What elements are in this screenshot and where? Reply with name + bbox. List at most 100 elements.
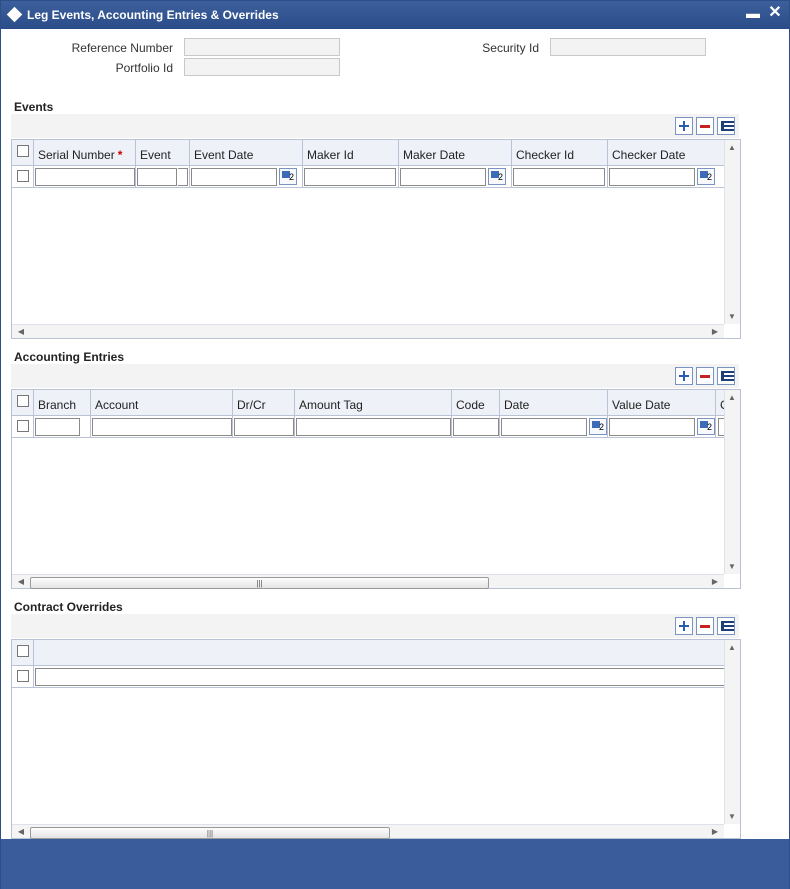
scroll-up-icon[interactable]: ▲ [725, 143, 739, 152]
events-add-row-button[interactable] [675, 117, 693, 135]
accounting-horizontal-scrollbar[interactable]: ◀ ||| ▶ [12, 574, 724, 589]
events-section-title: Events [14, 100, 54, 114]
scroll-up-icon[interactable]: ▲ [725, 393, 739, 402]
scroll-thumb[interactable]: ||| [30, 827, 390, 839]
events-grid: Serial Number * Event Event Date Maker Id… [11, 139, 741, 339]
scroll-left-icon[interactable]: ◀ [14, 577, 28, 586]
table-row [12, 666, 724, 688]
title-bar: Leg Events, Accounting Entries & Overrid… [1, 1, 789, 29]
overrides-view-button[interactable] [717, 617, 735, 635]
amount-tag-header: Amount Tag [299, 398, 363, 412]
overrides-select-all-checkbox[interactable] [17, 645, 29, 657]
event-input[interactable] [137, 168, 177, 186]
scroll-down-icon[interactable]: ▼ [725, 312, 739, 321]
serial-number-header: Serial Number [38, 148, 115, 162]
calendar-icon[interactable] [697, 168, 715, 185]
events-horizontal-scrollbar[interactable]: ◀ ▶ [12, 324, 724, 338]
calendar-icon[interactable] [589, 418, 607, 435]
scroll-down-icon[interactable]: ▼ [725, 812, 739, 821]
contract-overrides-grid: ▲ ▼ ◀ ||| ▶ [11, 639, 741, 839]
events-vertical-scrollbar[interactable]: ▲ ▼ [724, 140, 740, 324]
checker-date-input[interactable] [609, 168, 695, 186]
footer-bar [1, 839, 789, 889]
row-checkbox[interactable] [17, 420, 29, 432]
calendar-icon[interactable] [279, 168, 297, 185]
scroll-left-icon[interactable]: ◀ [14, 827, 28, 836]
event-date-header: Event Date [194, 148, 254, 162]
accounting-select-all-checkbox[interactable] [17, 395, 29, 407]
value-date-input[interactable] [609, 418, 695, 436]
scroll-left-icon[interactable]: ◀ [14, 327, 28, 336]
grip-icon: ||| [206, 829, 214, 838]
row-checkbox[interactable] [17, 670, 29, 682]
events-delete-row-button[interactable] [696, 117, 714, 135]
override-input[interactable] [35, 668, 724, 686]
scroll-up-icon[interactable]: ▲ [725, 643, 739, 652]
accounting-entries-grid: Branch Account Dr/Cr Amount Tag Code Dat… [11, 389, 741, 589]
contract-overrides-section-title: Contract Overrides [14, 600, 123, 614]
calendar-icon[interactable] [488, 168, 506, 185]
maker-id-header: Maker Id [307, 148, 354, 162]
reference-number-field[interactable] [184, 38, 340, 56]
security-id-field[interactable] [550, 38, 706, 56]
reference-number-label: Reference Number [71, 41, 173, 55]
table-row [12, 416, 724, 438]
overrides-delete-row-button[interactable] [696, 617, 714, 635]
grip-icon: ||| [256, 579, 263, 588]
checker-date-header: Checker Date [612, 148, 686, 162]
window-title: Leg Events, Accounting Entries & Overrid… [27, 8, 279, 22]
scroll-down-icon[interactable]: ▼ [725, 562, 739, 571]
checker-id-input[interactable] [513, 168, 605, 186]
dialog-window: Leg Events, Accounting Entries & Overrid… [0, 0, 790, 889]
required-marker: * [117, 148, 123, 162]
minimize-button[interactable]: ▬ [745, 5, 761, 21]
overrides-vertical-scrollbar[interactable]: ▲ ▼ [724, 640, 740, 824]
date-input[interactable] [501, 418, 587, 436]
portfolio-id-label: Portfolio Id [115, 61, 173, 75]
events-header-row: Serial Number * Event Event Date Maker Id… [12, 140, 724, 166]
branch-input[interactable] [35, 418, 80, 436]
events-view-button[interactable] [717, 117, 735, 135]
maker-id-input[interactable] [304, 168, 396, 186]
account-header: Account [95, 398, 139, 412]
portfolio-id-field[interactable] [184, 58, 340, 76]
accounting-header-row: Branch Account Dr/Cr Amount Tag Code Dat… [12, 390, 724, 416]
events-select-all-checkbox[interactable] [17, 145, 29, 157]
overrides-header-row [12, 640, 724, 666]
row-checkbox[interactable] [17, 170, 29, 182]
scroll-right-icon[interactable]: ▶ [708, 327, 722, 336]
close-button[interactable]: ✕ [767, 5, 783, 21]
event-lov[interactable] [178, 168, 188, 186]
accounting-vertical-scrollbar[interactable]: ▲ ▼ [724, 390, 740, 574]
maker-date-header: Maker Date [403, 148, 466, 162]
branch-header: Branch [38, 398, 77, 412]
accounting-delete-row-button[interactable] [696, 367, 714, 385]
amount-tag-input[interactable] [296, 418, 451, 436]
code-header: Code [456, 398, 485, 412]
overrides-horizontal-scrollbar[interactable]: ◀ ||| ▶ [12, 824, 724, 839]
contract-overrides-toolbar [11, 614, 739, 638]
table-row [12, 166, 724, 188]
scroll-right-icon[interactable]: ▶ [708, 827, 722, 836]
accounting-view-button[interactable] [717, 367, 735, 385]
accounting-add-row-button[interactable] [675, 367, 693, 385]
event-header: Event [140, 148, 171, 162]
dr-cr-input[interactable] [234, 418, 294, 436]
dr-cr-header: Dr/Cr [237, 398, 266, 412]
maker-date-input[interactable] [400, 168, 486, 186]
diamond-icon [6, 6, 23, 23]
account-input[interactable] [92, 418, 232, 436]
scroll-right-icon[interactable]: ▶ [708, 577, 722, 586]
security-id-label: Security Id [482, 41, 539, 55]
overrides-add-row-button[interactable] [675, 617, 693, 635]
calendar-icon[interactable] [697, 418, 715, 435]
date-header: Date [504, 398, 530, 412]
accounting-entries-toolbar [11, 364, 739, 388]
event-date-input[interactable] [191, 168, 277, 186]
checker-id-header: Checker Id [516, 148, 575, 162]
value-date-header: Value Date [612, 398, 671, 412]
column-header: Serial Number * [34, 140, 136, 165]
scroll-thumb[interactable]: ||| [30, 577, 489, 589]
code-input[interactable] [453, 418, 499, 436]
serial-number-input[interactable] [35, 168, 135, 186]
